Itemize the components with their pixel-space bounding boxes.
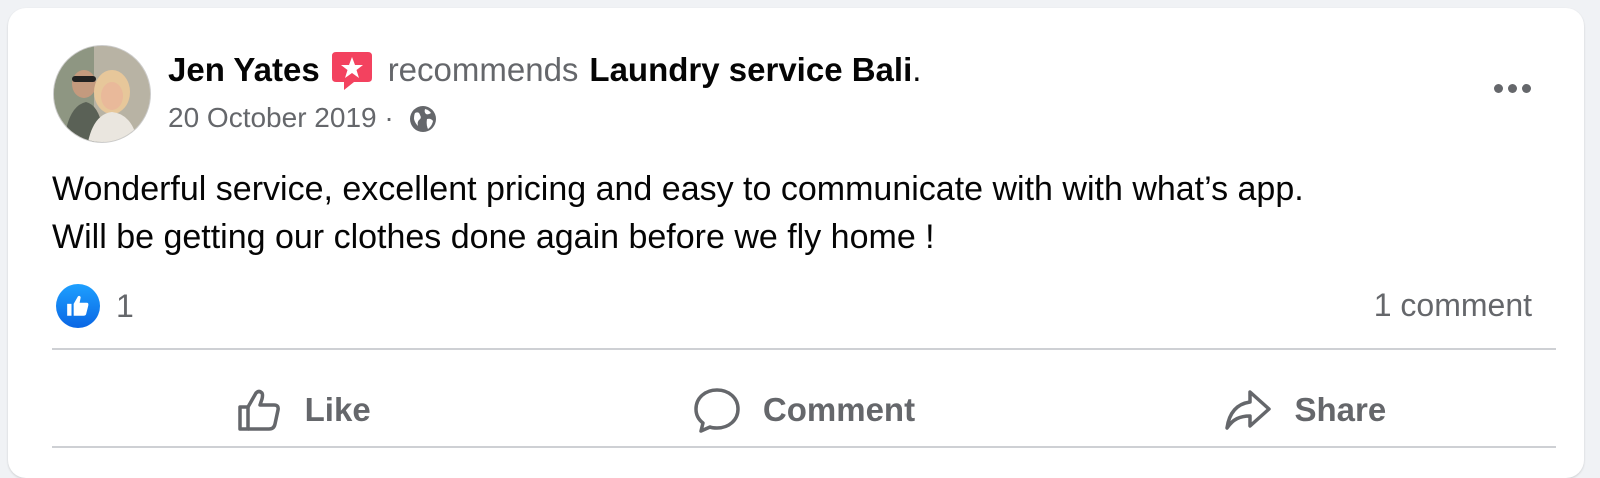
post-date[interactable]: 20 October 2019 bbox=[168, 98, 377, 138]
reactions-summary[interactable]: 1 bbox=[56, 284, 134, 328]
page-suffix: . bbox=[912, 51, 922, 88]
author-name[interactable]: Jen Yates bbox=[168, 48, 320, 92]
post-body: Wonderful service, excellent pricing and… bbox=[52, 170, 1304, 256]
globe-icon[interactable] bbox=[409, 104, 437, 132]
like-reaction-icon[interactable] bbox=[56, 284, 100, 328]
page-name-link[interactable]: Laundry service Bali bbox=[589, 48, 912, 92]
comment-button[interactable]: Comment bbox=[553, 366, 1054, 454]
share-button[interactable]: Share bbox=[1055, 366, 1556, 454]
more-dot bbox=[1521, 83, 1531, 93]
avatar[interactable] bbox=[53, 45, 151, 143]
share-arrow-icon bbox=[1225, 390, 1272, 430]
like-count: 1 bbox=[116, 287, 134, 324]
comment-count-link[interactable]: 1 comment bbox=[1374, 287, 1532, 324]
divider bbox=[52, 446, 1556, 448]
post-meta: 20 October 2019 · bbox=[168, 98, 437, 138]
more-dot bbox=[1507, 83, 1517, 93]
post-card: Jen Yates recommends Laundry service Bal… bbox=[8, 8, 1584, 478]
meta-separator: · bbox=[376, 102, 402, 133]
like-button[interactable]: Like bbox=[52, 366, 553, 454]
action-bar: Like Comment Share bbox=[52, 366, 1556, 454]
recommend-icon bbox=[330, 48, 374, 92]
thumbs-up-icon bbox=[237, 389, 280, 431]
post-header-line: Jen Yates recommends Laundry service Bal… bbox=[168, 48, 921, 92]
comment-bubble-icon bbox=[694, 388, 740, 433]
like-label: Like bbox=[304, 391, 371, 428]
recommends-text: recommends bbox=[387, 51, 579, 88]
comment-label: Comment bbox=[762, 391, 916, 428]
more-dot bbox=[1493, 83, 1503, 93]
more-options-button[interactable] bbox=[1486, 68, 1538, 108]
divider bbox=[52, 348, 1556, 350]
share-label: Share bbox=[1294, 391, 1387, 428]
